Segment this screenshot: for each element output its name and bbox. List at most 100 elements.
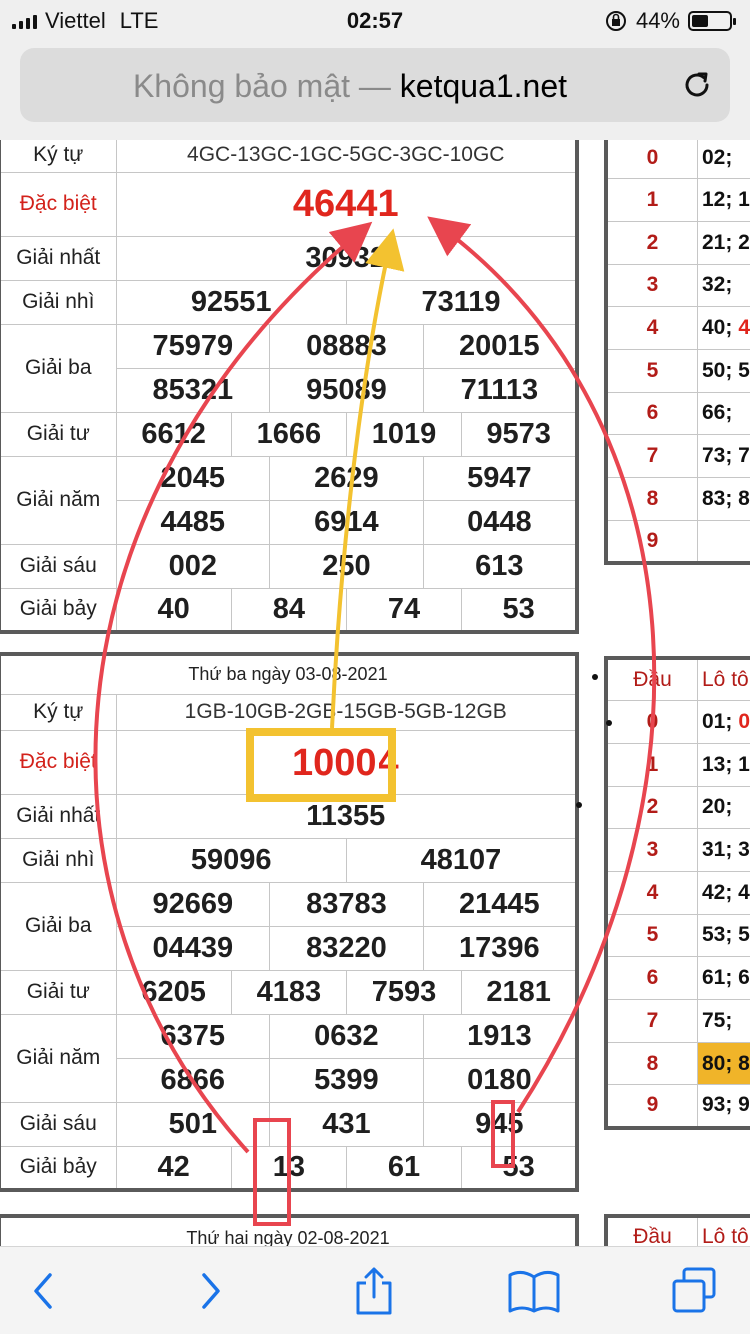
prize-value: 83783 [269,881,424,927]
loto-head-digit: 4 [605,306,698,350]
prize-value: 2181 [461,969,578,1015]
prize-value: 501 [115,1101,271,1147]
row-label: Giải nhì [0,837,117,883]
list-bullet [592,674,598,680]
prize-value: 1019 [345,411,463,457]
loto-values: 31; 32 [697,828,750,872]
loto-row: 6 66; [605,391,750,436]
loto-header-dau: Đầu [605,657,698,702]
status-bar: Viettel LTE 02:57 44% [0,0,750,40]
loto-row: 3 32; [605,263,750,308]
row-label: Đặc biệt [0,729,117,795]
prize-value: 73119 [345,279,578,325]
loto-values: 73; 74 [697,434,750,478]
prize-value: 61 [345,1145,463,1191]
bookmarks-icon[interactable] [506,1265,562,1317]
loto-table-3: Đầu Lô tô [604,1214,750,1246]
loto-row: 442; 45 [605,870,750,915]
prize-value: 53 [461,1145,578,1191]
list-bullet [606,720,612,726]
prize-value: 0180 [422,1057,578,1103]
prize-value: 04439 [115,925,271,971]
loto-row: 221; 29 [605,220,750,265]
list-bullet [576,802,582,808]
page-content[interactable]: Ký tự 4GC-13GC-1GC-5GC-3GC-10GC Đặc biệt 4… [0,140,750,1246]
loto-header-lo: Lô tô [697,1215,750,1246]
prize-value: 48107 [345,837,578,883]
loto-row: 331; 32 [605,828,750,872]
prize-value: 95089 [269,367,424,413]
loto-row: 993; 96 [605,1084,750,1129]
prize-value: 1913 [422,1013,578,1059]
row-label: Giải năm [0,1013,117,1103]
loto-row: 440;41 [605,306,750,350]
loto-head-digit: 3 [605,263,698,308]
loto-head-digit: 0 [605,700,698,744]
loto-head-digit: 6 [605,391,698,436]
url-security-note: Không bảo mật — [132,68,391,104]
prize-value: 85321 [115,367,271,413]
result-table-3: Thứ hai ngày 02-08-2021 [0,1214,579,1246]
prize-value: 92669 [115,881,271,927]
reload-icon[interactable] [680,68,714,102]
prize-value: 613 [422,543,578,589]
loto-row: 9 [605,519,750,564]
prize-value: 2045 [115,455,271,501]
prize-value: 0632 [269,1013,424,1059]
prize-value: 250 [269,543,424,589]
loto-row: 773; 74 [605,434,750,478]
loto-values-text: 02; [702,146,733,170]
tabs-icon[interactable] [668,1265,724,1317]
loto-values-text: 50; 51 [702,358,750,382]
loto-row: 0 02; [605,140,750,180]
prize-value: 74 [345,587,463,633]
prize-value: 6914 [269,499,424,545]
loto-row: 112; 13 [605,178,750,222]
loto-values-text: 53; 55 [702,923,750,947]
loto-values: 66; [697,391,750,436]
prize-value: 4485 [115,499,271,545]
prize-value: 21445 [422,881,578,927]
row-label: Ký tự [0,140,117,173]
loto-head-digit: 2 [605,785,698,830]
loto-table-2: ĐầuLô tô 001;04113; 13220;331; 32442; 45… [604,656,750,1130]
row-label: Giải nhất [0,235,117,281]
prize-value: 42 [115,1145,232,1191]
loto-values: 13; 13 [697,742,750,787]
loto-head-digit: 4 [605,870,698,915]
prize-value: 7593 [345,969,463,1015]
prize-value: 002 [115,543,271,589]
loto-head-digit: 5 [605,348,698,393]
result-table-1: Ký tự 4GC-13GC-1GC-5GC-3GC-10GC Đặc biệt 4… [0,140,579,634]
url-text[interactable]: Không bảo mật — ketqua1.net [20,68,680,105]
loto-row: 7 75; [605,999,750,1043]
loto-values-text: 80; 81 [702,1051,750,1075]
prize-value: 945 [422,1101,578,1147]
url-domain: ketqua1.net [399,68,568,104]
status-right: 44% [604,8,736,34]
back-icon[interactable] [16,1265,72,1317]
prize-value: 92551 [115,279,347,325]
loto-table-1: 002;112; 13221; 29332;440;41550; 51666;7… [604,140,750,565]
loto-values: 42; 45 [697,870,750,915]
loto-values-text: 31; 32 [702,838,750,862]
forward-icon[interactable] [182,1265,238,1317]
prize-value: 40 [115,587,232,633]
battery-level [692,15,708,27]
row-label: Giải ba [0,881,117,971]
loto-values-text: 42; 45 [702,880,750,904]
loto-values: 32; [697,263,750,308]
prize-value: 6375 [115,1013,271,1059]
row-label: Giải ba [0,323,117,413]
share-icon[interactable] [346,1265,402,1317]
loto-row: 2 20; [605,785,750,830]
code-cell: 1GB-10GB-2GB-15GB-5GB-12GB [115,693,578,731]
row-label: Giải bảy [0,587,117,633]
loto-row: 553; 55 [605,913,750,958]
loto-head-digit: 7 [605,434,698,478]
address-bar[interactable]: Không bảo mật — ketqua1.net [20,48,730,122]
loto-row: 883; 84 [605,477,750,521]
prize-value: 53 [461,587,578,633]
loto-head-digit: 8 [605,1041,698,1086]
loto-header-lo: Lô tô [697,657,750,702]
